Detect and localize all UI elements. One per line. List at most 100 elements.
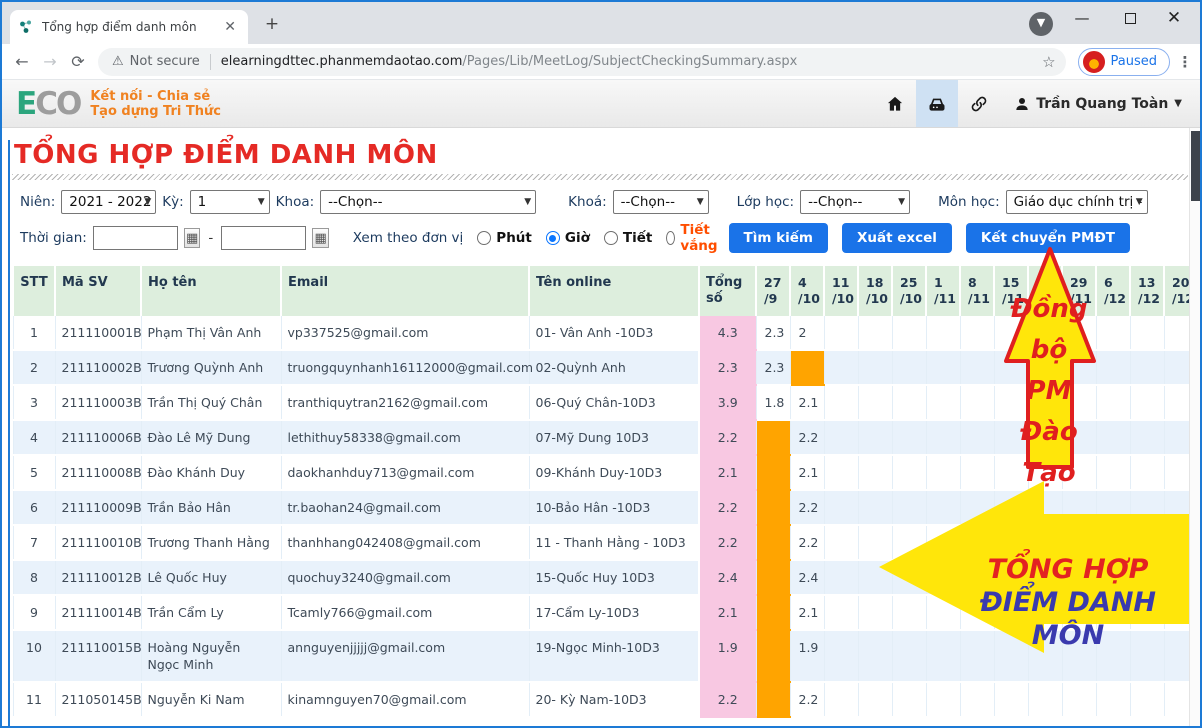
window-close-button[interactable]: ✕ (1152, 2, 1196, 34)
cell-masv: 211110014B (55, 595, 141, 630)
cell-date: 2.1 (790, 455, 824, 490)
cell-date (1096, 350, 1130, 385)
cell-hoten: Đào Khánh Duy (141, 455, 281, 490)
cell-date (926, 316, 960, 350)
radio-phút[interactable]: Phút (477, 230, 532, 246)
new-tab-button[interactable]: + (260, 13, 284, 37)
col-header-tongso: Tổng số (699, 266, 756, 316)
khoa2-select[interactable]: --Chọn--▼ (613, 190, 709, 214)
khoa-select[interactable]: --Chọn--▼ (320, 190, 536, 214)
page-left-frame (8, 140, 10, 728)
cell-date (824, 682, 858, 717)
time-to-input[interactable] (221, 226, 306, 250)
radio-dot[interactable] (666, 231, 675, 245)
cell-stt: 2 (13, 350, 55, 385)
cell-date: 2.3 (756, 316, 790, 350)
cell-date (756, 455, 790, 490)
unit-label: Xem theo đơn vị (353, 230, 464, 246)
lop-select[interactable]: --Chọn--▼ (800, 190, 910, 214)
address-bar[interactable]: ⚠ Not secure elearningdttec.phanmemdaota… (98, 48, 1066, 76)
sync-paused-button[interactable]: Paused (1078, 48, 1170, 76)
cell-masv: 211110002B (55, 350, 141, 385)
cell-date (824, 316, 858, 350)
cell-date (1096, 682, 1130, 717)
cell-date (892, 385, 926, 420)
cell-tongso: 2.2 (699, 490, 756, 525)
media-controls-button[interactable]: ▼ (1029, 12, 1053, 36)
home-icon[interactable] (874, 80, 916, 127)
col-header-date: 1/11 (926, 266, 960, 316)
khoa2-label: Khoá: (568, 194, 607, 210)
cell-tongso: 2.2 (699, 420, 756, 455)
cell-date (892, 420, 926, 455)
cell-date (1096, 385, 1130, 420)
reload-button[interactable]: ⟳ (64, 48, 92, 76)
radio-label: Tiết vắng (680, 222, 722, 254)
radio-giờ[interactable]: Giờ (546, 230, 590, 246)
cell-date (960, 316, 994, 350)
forward-button[interactable]: → (36, 48, 64, 76)
cell-date (892, 682, 926, 717)
col-header-date: 27/9 (756, 266, 790, 316)
ky-select[interactable]: 1▼ (190, 190, 270, 214)
search-button[interactable]: Tìm kiếm (729, 223, 828, 253)
page-scrollbar[interactable] (1189, 128, 1200, 726)
cell-date (960, 350, 994, 385)
radio-dot[interactable] (477, 231, 491, 245)
cell-tenonline: 02-Quỳnh Anh (529, 350, 699, 385)
browser-menu-icon[interactable]: ⋮ (1176, 53, 1194, 71)
cell-date (824, 595, 858, 630)
radio-tiết[interactable]: Tiết (604, 230, 652, 246)
cell-date: 2.2 (790, 682, 824, 717)
mon-select[interactable]: Giáo dục chính trị -▼ (1006, 190, 1148, 214)
chevron-down-icon: ▼ (1136, 197, 1143, 207)
time-separator: - (206, 230, 215, 246)
cell-stt: 6 (13, 490, 55, 525)
col-header-date: 25/10 (892, 266, 926, 316)
annotation-left-arrow-text: TỔNG HỢP ĐIỂM DANH MÔN (940, 553, 1196, 652)
cell-stt: 3 (13, 385, 55, 420)
cell-date (756, 420, 790, 455)
col-header-tenonline: Tên online (529, 266, 699, 316)
user-menu[interactable]: Trần Quang Toàn ▼ (1000, 96, 1196, 112)
radio-tiết-vắng[interactable]: Tiết vắng (666, 222, 722, 254)
khoa-label: Khoa: (276, 194, 315, 210)
col-header-date: 11/10 (824, 266, 858, 316)
cell-masv: 211110012B (55, 560, 141, 595)
cell-email: truongquynhanh16112000@gmail.com (281, 350, 529, 385)
cell-tenonline: 09-Khánh Duy-10D3 (529, 455, 699, 490)
cell-tenonline: 20- Kỳ Nam-10D3 (529, 682, 699, 717)
calendar-icon[interactable]: ▦ (184, 228, 200, 248)
back-button[interactable]: ← (8, 48, 36, 76)
cell-date (1130, 420, 1164, 455)
drive-icon[interactable] (916, 80, 958, 127)
filter-row-1: Niên: 2021 - 2022▼ Kỳ: 1▼ Khoa: --Chọn--… (20, 190, 1196, 214)
nien-select[interactable]: 2021 - 2022▼ (61, 190, 156, 214)
bookmark-star-icon[interactable]: ☆ (1042, 53, 1055, 71)
cell-stt: 9 (13, 595, 55, 630)
minimize-button[interactable]: — (1060, 2, 1104, 34)
cell-date: 2.1 (790, 385, 824, 420)
not-secure-label: Not secure (130, 54, 200, 69)
cell-date (756, 490, 790, 525)
radio-dot[interactable] (546, 231, 560, 245)
time-from-input[interactable] (93, 226, 178, 250)
browser-tab[interactable]: Tổng hợp điểm danh môn ✕ (10, 10, 248, 44)
cell-masv: 211110008B (55, 455, 141, 490)
link-icon[interactable] (958, 80, 1000, 127)
cell-tongso: 2.3 (699, 350, 756, 385)
tab-close-icon[interactable]: ✕ (220, 19, 240, 35)
export-excel-button[interactable]: Xuất excel (842, 223, 952, 253)
maximize-button[interactable] (1108, 2, 1152, 34)
cell-date (1130, 316, 1164, 350)
cell-date: 2.3 (756, 350, 790, 385)
page-title: TỔNG HỢP ĐIỂM DANH MÔN (14, 140, 1200, 170)
col-header-masv: Mã SV (55, 266, 141, 316)
cell-hoten: Phạm Thị Vân Anh (141, 316, 281, 350)
eco-logo: ECO (16, 86, 80, 122)
site-header: ECO Kết nối - Chia sẻ Tạo dựng Tri Thức (2, 80, 1200, 128)
calendar-icon[interactable]: ▦ (312, 228, 328, 248)
scrollbar-thumb[interactable] (1191, 131, 1200, 201)
radio-dot[interactable] (604, 231, 618, 245)
cell-date: 1.8 (756, 385, 790, 420)
